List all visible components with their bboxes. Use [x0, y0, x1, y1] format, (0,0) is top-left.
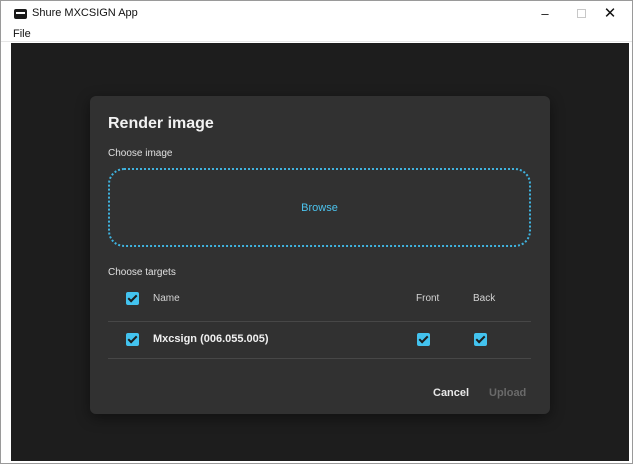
table-divider: [108, 358, 531, 359]
window-title: Shure MXCSIGN App: [32, 7, 138, 19]
app-window: Shure MXCSIGN App – ✕ File Render image …: [0, 0, 633, 464]
choose-targets-label: Choose targets: [108, 267, 176, 278]
target-back-checkbox[interactable]: [474, 333, 487, 346]
render-image-dialog: Render image Choose image Browse Choose …: [90, 96, 550, 414]
cancel-button[interactable]: Cancel: [433, 387, 469, 399]
title-bar[interactable]: Shure MXCSIGN App – ✕: [1, 1, 632, 25]
minimize-button[interactable]: –: [527, 1, 563, 25]
column-header-name: Name: [153, 293, 180, 304]
target-row-checkbox[interactable]: [126, 333, 139, 346]
column-header-front: Front: [416, 293, 440, 304]
close-button[interactable]: ✕: [592, 1, 628, 25]
image-dropzone[interactable]: Browse: [108, 168, 531, 247]
maximize-icon: [576, 8, 586, 18]
menu-bar: File: [1, 25, 632, 42]
browse-button[interactable]: Browse: [301, 202, 338, 214]
column-header-back: Back: [473, 293, 496, 304]
target-name: Mxcsign (006.055.005): [153, 333, 269, 345]
menu-file[interactable]: File: [13, 28, 31, 40]
app-icon: [14, 9, 27, 19]
upload-button[interactable]: Upload: [489, 387, 526, 399]
dialog-title: Render image: [108, 115, 214, 132]
choose-image-label: Choose image: [108, 148, 173, 159]
table-divider: [108, 321, 531, 322]
target-front-checkbox[interactable]: [417, 333, 430, 346]
select-all-checkbox[interactable]: [126, 292, 139, 305]
